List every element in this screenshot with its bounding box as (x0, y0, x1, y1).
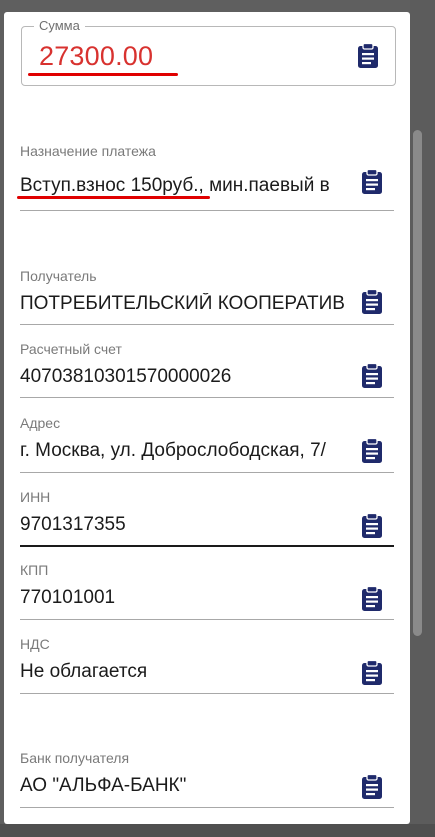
clipboard-icon[interactable] (359, 586, 385, 612)
vat-underline (20, 693, 394, 694)
account-field[interactable]: Расчетный счет 40703810301570000026 (20, 341, 394, 399)
bank-field[interactable]: Банк получателя АО "АЛЬФА-БАНК" (20, 750, 394, 810)
kpp-value: 770101001 (20, 587, 116, 608)
kpp-label: КПП (20, 562, 49, 578)
clipboard-icon[interactable] (359, 289, 385, 315)
purpose-field[interactable]: Назначение платежа Вступ.взнос 150руб., … (20, 142, 394, 212)
account-underline (20, 397, 394, 398)
clipboard-icon[interactable] (359, 513, 385, 539)
amount-field[interactable]: Сумма 27300.00 (21, 18, 396, 86)
inn-value: 9701317355 (20, 514, 126, 535)
bank-label: Банк получателя (20, 750, 130, 766)
annotation-underline-purpose (17, 196, 210, 199)
recipient-label: Получатель (20, 268, 97, 284)
bank-value: АО "АЛЬФА-БАНК" (20, 775, 187, 796)
address-field[interactable]: Адрес г. Москва, ул. Доброслободская, 7/ (20, 415, 394, 473)
purpose-underline (20, 210, 394, 211)
annotation-underline-amount (28, 73, 178, 76)
bank-underline (20, 807, 394, 808)
account-label: Расчетный счет (20, 341, 122, 357)
clipboard-icon[interactable] (359, 774, 385, 800)
background-bottom (0, 824, 435, 837)
clipboard-icon[interactable] (359, 660, 385, 686)
kpp-underline (20, 619, 394, 620)
payment-details-card: Сумма 27300.00 Назначение платежа Вступ.… (4, 12, 410, 824)
address-value: г. Москва, ул. Доброслободская, 7/ (20, 440, 326, 461)
inn-label: ИНН (20, 489, 51, 505)
recipient-field[interactable]: Получатель ПОТРЕБИТЕЛЬСКИЙ КООПЕРАТИВ (20, 268, 394, 326)
address-label: Адрес (20, 415, 61, 431)
clipboard-icon[interactable] (359, 438, 385, 464)
vat-value: Не облагается (20, 661, 148, 682)
purpose-value: Вступ.взнос 150руб., мин.паевый в (20, 175, 330, 196)
recipient-underline (20, 324, 394, 325)
vat-field[interactable]: НДС Не облагается (20, 636, 394, 696)
scrollbar[interactable] (413, 130, 422, 636)
purpose-label: Назначение платежа (20, 143, 156, 159)
account-value: 40703810301570000026 (20, 366, 232, 387)
clipboard-icon[interactable] (359, 363, 385, 389)
amount-value: 27300.00 (39, 41, 154, 71)
clipboard-icon[interactable] (359, 169, 385, 195)
recipient-value: ПОТРЕБИТЕЛЬСКИЙ КООПЕРАТИВ (20, 293, 345, 314)
inn-field[interactable]: ИНН 9701317355 (20, 489, 394, 549)
amount-label: Сумма (34, 18, 85, 33)
clipboard-icon[interactable] (355, 43, 381, 69)
vat-label: НДС (20, 636, 50, 652)
address-underline (20, 472, 394, 473)
inn-underline (20, 545, 394, 547)
kpp-field[interactable]: КПП 770101001 (20, 562, 394, 620)
